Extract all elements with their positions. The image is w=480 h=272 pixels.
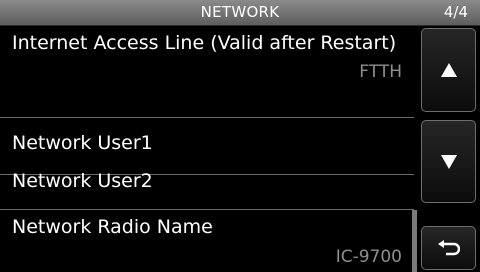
arrow-up-icon bbox=[440, 63, 457, 77]
menu-item-label: Internet Access Line (Valid after Restar… bbox=[12, 32, 397, 54]
menu-item-label: Network User2 bbox=[12, 170, 153, 192]
menu-item-network-radio-name[interactable]: Network Radio Name IC-9700 bbox=[0, 210, 414, 272]
menu-item-value: IC-9700 bbox=[335, 247, 402, 267]
page-indicator: 4/4 bbox=[443, 3, 468, 21]
menu-item-internet-access-line[interactable]: Internet Access Line (Valid after Restar… bbox=[0, 26, 414, 118]
scrollbar[interactable] bbox=[412, 210, 417, 272]
return-icon bbox=[437, 240, 460, 256]
title-bar: NETWORK 4/4 bbox=[0, 0, 480, 26]
return-button[interactable] bbox=[421, 226, 476, 270]
menu-item-network-user2[interactable]: Network User2 bbox=[0, 170, 414, 210]
menu-item-label: Network User1 bbox=[12, 132, 153, 154]
scroll-down-button[interactable] bbox=[421, 120, 476, 203]
arrow-down-icon bbox=[440, 154, 457, 169]
menu-item-value: FTTH bbox=[359, 62, 402, 82]
menu-item-network-user1[interactable]: Network User1 bbox=[0, 118, 414, 175]
scroll-up-button[interactable] bbox=[421, 28, 476, 112]
menu-item-label: Network Radio Name bbox=[12, 216, 213, 238]
screen-title: NETWORK bbox=[200, 3, 280, 21]
menu-list: Internet Access Line (Valid after Restar… bbox=[0, 26, 414, 272]
